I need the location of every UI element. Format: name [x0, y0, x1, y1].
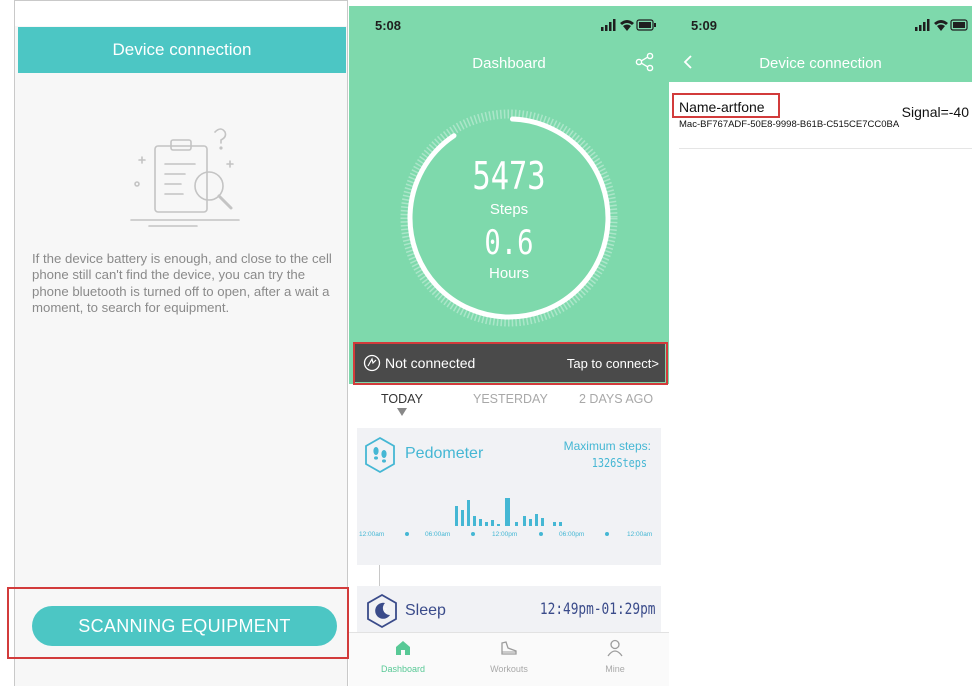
connection-status: Not connected: [385, 355, 476, 371]
sleep-title: Sleep: [405, 602, 446, 619]
pedometer-title: Pedometer: [405, 445, 484, 462]
tab-dashboard[interactable]: Dashboard: [363, 639, 443, 674]
screenshot-collage: Device connection If the device battery …: [0, 0, 972, 686]
axis-label-evening: 06:00pm: [559, 531, 584, 538]
device-mac: Mac-BF767ADF-50E8-9998-B61B-C515CE7CC0BA: [679, 119, 900, 130]
axis-label-start: 12:00am: [359, 531, 384, 538]
status-indicators-icon: [915, 19, 968, 31]
tab-dashboard-label: Dashboard: [380, 664, 426, 674]
tab-today[interactable]: TODAY: [381, 392, 423, 406]
timeline-connector: [379, 565, 380, 586]
hours-value: 0.6: [484, 223, 534, 263]
tab-workouts[interactable]: Workouts: [469, 639, 549, 674]
axis-label-end: 12:00am: [627, 531, 652, 538]
person-icon: [607, 639, 623, 657]
sleep-card[interactable]: z Sleep 12:49pm-01:29pm: [357, 586, 661, 634]
dashboard-content: Pedometer Maximum steps: 1326Steps 12:00…: [349, 428, 669, 638]
list-divider: [679, 148, 972, 149]
device-help-screen: Device connection If the device battery …: [14, 0, 348, 686]
dashboard-screen: 5:08 Dashboard 5473 Steps 0.6 Hours Not …: [349, 6, 669, 686]
hours-label: Hours: [488, 265, 529, 282]
share-icon[interactable]: [635, 52, 655, 72]
bottom-tab-bar: Dashboard Workouts Mine: [349, 632, 669, 686]
hourly-steps-chart: 12:00am 06:00am 12:00pm 06:00pm 12:00am: [359, 498, 652, 538]
day-tabs: TODAY YESTERDAY 2 DAYS AGO: [349, 384, 669, 428]
help-message: If the device battery is enough, and clo…: [32, 251, 332, 316]
status-time: 5:08: [375, 18, 402, 33]
status-bar-area: [15, 0, 347, 26]
sleep-time-range: 12:49pm-01:29pm: [539, 599, 655, 618]
tab-yesterday[interactable]: YESTERDAY: [473, 392, 548, 406]
tab-workouts-label: Workouts: [490, 664, 528, 674]
pedometer-card[interactable]: Pedometer Maximum steps: 1326Steps 12:00…: [357, 428, 661, 565]
page-title: Device connection: [18, 27, 346, 73]
page-title: Dashboard: [472, 54, 546, 72]
axis-label-noon: 12:00pm: [492, 531, 517, 538]
max-steps-value: 1326Steps: [591, 456, 647, 470]
footprints-icon: [365, 436, 395, 474]
moon-icon: z: [367, 593, 397, 629]
steps-label: Steps: [489, 201, 529, 218]
device-signal: Signal=-40: [901, 104, 969, 120]
svg-text:z: z: [384, 608, 387, 614]
watch-icon: [363, 354, 381, 372]
active-tab-indicator: [397, 408, 407, 416]
home-icon: [396, 641, 410, 655]
tab-mine[interactable]: Mine: [575, 639, 655, 674]
status-indicators-icon: [601, 19, 656, 31]
clipboard-search-illustration: [130, 128, 240, 227]
axis-label-morning: 06:00am: [425, 531, 450, 538]
tab-mine-label: Mine: [605, 664, 625, 674]
page-title: Device connection: [759, 54, 882, 72]
max-steps-label: Maximum steps:: [563, 439, 651, 453]
device-list-screen: 5:09 Device connection Name-artfone Sign…: [669, 6, 972, 686]
connection-bar[interactable]: Not connected Tap to connect>: [353, 344, 665, 382]
tap-to-connect-link[interactable]: Tap to connect>: [567, 356, 665, 371]
progress-ring: [400, 109, 618, 327]
header: 5:09 Device connection: [669, 6, 972, 82]
steps-value: 5473: [472, 154, 546, 198]
scan-equipment-button[interactable]: SCANNING EQUIPMENT: [32, 606, 337, 646]
tab-2-days-ago[interactable]: 2 DAYS AGO: [579, 392, 653, 406]
device-name: Name-artfone: [679, 99, 765, 115]
shoe-icon: [501, 641, 517, 655]
status-bar: 5:08: [349, 6, 669, 44]
status-time: 5:09: [691, 18, 718, 33]
